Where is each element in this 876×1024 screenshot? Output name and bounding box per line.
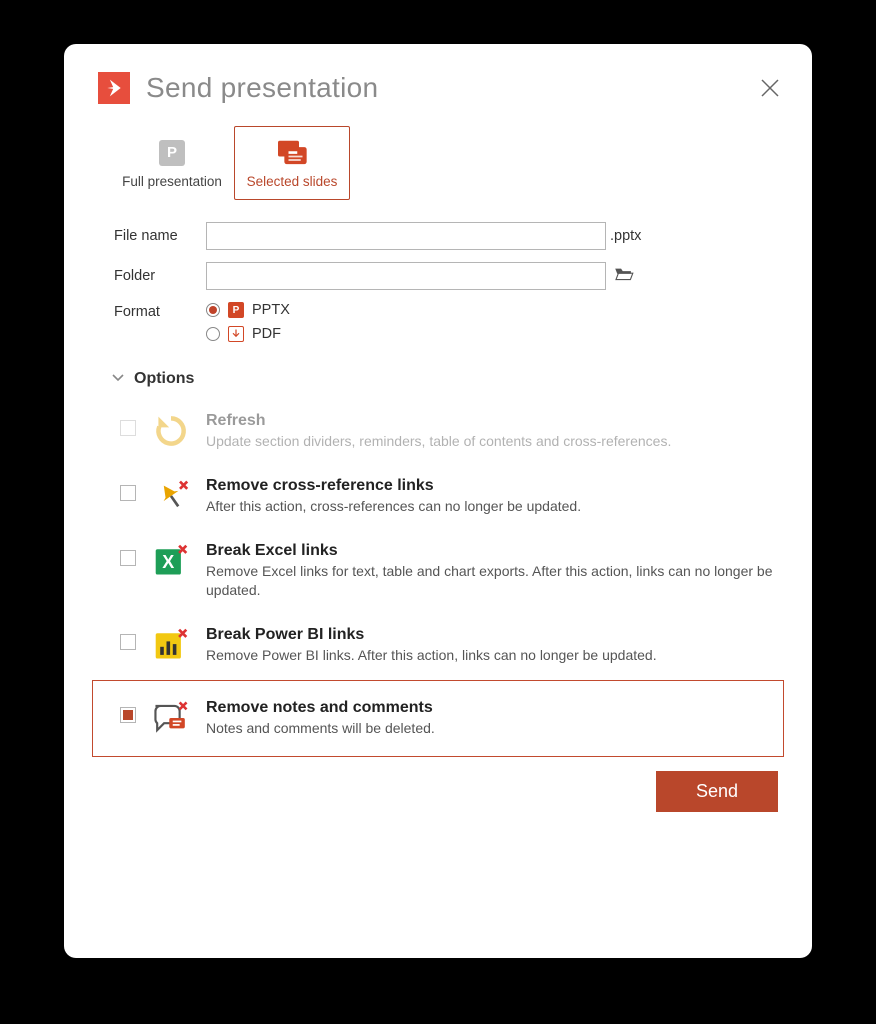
checkbox-notes[interactable] [120, 707, 136, 723]
options-list: Refresh Update section dividers, reminde… [92, 402, 784, 757]
option-desc: Remove Excel links for text, table and c… [206, 562, 776, 600]
checkbox-crossref[interactable] [120, 485, 136, 501]
tab-full-presentation[interactable]: P Full presentation [114, 126, 230, 200]
send-button[interactable]: Send [656, 771, 778, 812]
options-toggle[interactable]: Options [112, 370, 784, 388]
option-break-excel[interactable]: X Break Excel links Remove Excel links f… [92, 532, 784, 610]
option-title: Remove cross-reference links [206, 477, 776, 495]
full-presentation-icon: P [154, 138, 190, 168]
tab-selected-slides[interactable]: Selected slides [234, 126, 350, 200]
pptx-icon: P [228, 302, 244, 318]
option-desc: After this action, cross-references can … [206, 497, 776, 516]
filename-input[interactable] [206, 222, 606, 250]
refresh-icon [152, 412, 190, 450]
option-remove-notes[interactable]: Remove notes and comments Notes and comm… [92, 680, 784, 757]
format-pptx-option[interactable]: P PPTX [206, 302, 290, 318]
tab-label: Full presentation [122, 174, 222, 189]
excel-break-icon: X [152, 542, 190, 580]
tab-label: Selected slides [247, 174, 338, 189]
filename-extension: .pptx [610, 228, 641, 244]
options-title: Options [134, 370, 194, 388]
checkbox-excel[interactable] [120, 550, 136, 566]
dialog-title: Send presentation [146, 72, 756, 104]
chevron-down-icon [112, 372, 124, 386]
checkbox-refresh [120, 420, 136, 436]
option-desc: Remove Power BI links. After this action… [206, 646, 776, 665]
option-break-powerbi[interactable]: Break Power BI links Remove Power BI lin… [92, 616, 784, 675]
radio-pptx[interactable] [206, 303, 220, 317]
format-pptx-label: PPTX [252, 302, 290, 318]
close-button[interactable] [756, 74, 784, 102]
powerbi-break-icon [152, 626, 190, 664]
form-section: File name .pptx Folder Format P PPTX [114, 222, 784, 342]
radio-pdf[interactable] [206, 327, 220, 341]
folder-label: Folder [114, 268, 206, 284]
option-desc: Update section dividers, reminders, tabl… [206, 432, 776, 451]
option-title: Break Excel links [206, 542, 776, 560]
notes-remove-icon [152, 699, 190, 737]
pin-remove-icon [152, 477, 190, 515]
pdf-icon [228, 326, 244, 342]
send-presentation-dialog: Send presentation P Full presentation [64, 44, 812, 958]
dialog-footer: Send [92, 771, 778, 812]
format-pdf-option[interactable]: PDF [206, 326, 290, 342]
selected-slides-icon [274, 138, 310, 168]
app-icon [98, 72, 130, 104]
checkbox-powerbi[interactable] [120, 634, 136, 650]
option-title: Remove notes and comments [206, 699, 775, 717]
option-title: Break Power BI links [206, 626, 776, 644]
browse-folder-button[interactable] [614, 266, 634, 286]
format-label: Format [114, 302, 206, 320]
option-remove-crossref[interactable]: Remove cross-reference links After this … [92, 467, 784, 526]
close-icon [758, 76, 782, 100]
format-pdf-label: PDF [252, 326, 281, 342]
option-refresh: Refresh Update section dividers, reminde… [92, 402, 784, 461]
folder-input[interactable] [206, 262, 606, 290]
option-desc: Notes and comments will be deleted. [206, 719, 775, 738]
folder-open-icon [614, 266, 634, 282]
scope-tabs: P Full presentation Selected slides [114, 126, 784, 200]
svg-text:X: X [162, 552, 174, 572]
dialog-header: Send presentation [92, 72, 784, 104]
filename-label: File name [114, 228, 206, 244]
option-title: Refresh [206, 412, 776, 430]
